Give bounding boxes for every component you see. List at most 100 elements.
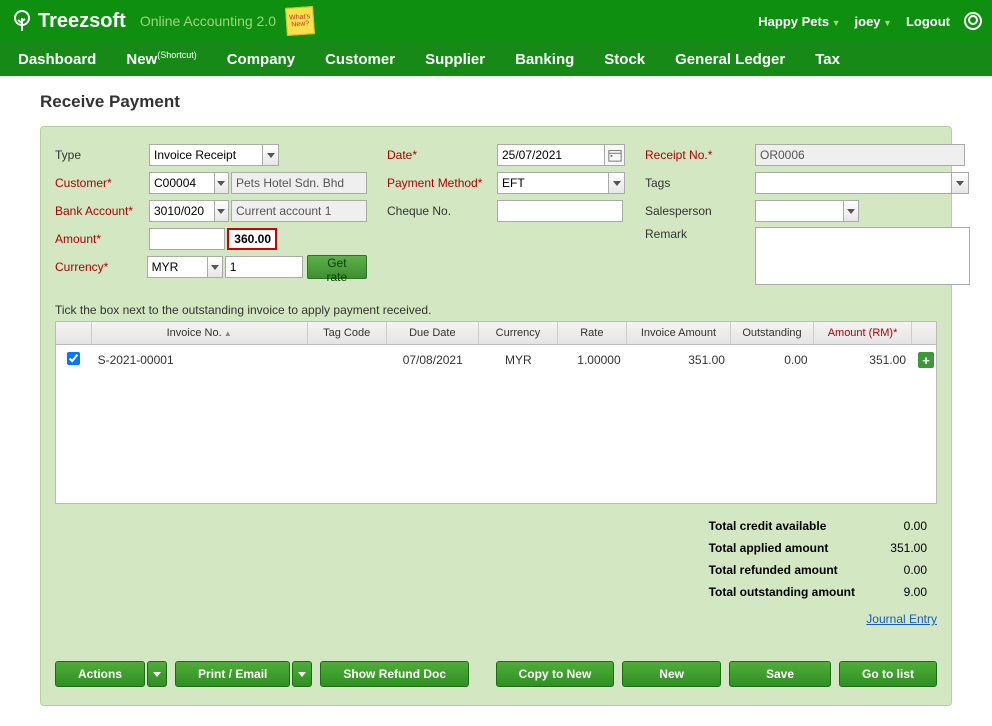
label-bank: Bank Account* bbox=[55, 204, 149, 218]
label-amount: Amount* bbox=[55, 232, 149, 246]
calendar-icon[interactable] bbox=[605, 144, 625, 166]
nav-stock[interactable]: Stock bbox=[604, 51, 645, 68]
col-tag-code[interactable]: Tag Code bbox=[308, 322, 387, 344]
cell-invoice-amount: 351.00 bbox=[627, 353, 731, 367]
total-refunded-value: 0.00 bbox=[865, 560, 935, 580]
nav-dashboard[interactable]: Dashboard bbox=[18, 51, 96, 68]
currency-rate-field[interactable] bbox=[225, 256, 303, 278]
col-rate[interactable]: Rate bbox=[558, 322, 627, 344]
salesperson-dropdown-icon[interactable] bbox=[844, 200, 859, 222]
invoice-grid: Invoice No. Tag Code Due Date Currency R… bbox=[55, 321, 937, 504]
receipt-no-field bbox=[755, 144, 965, 166]
table-row: S-2021-00001 07/08/2021 MYR 1.00000 351.… bbox=[56, 345, 936, 375]
total-applied-label: Total applied amount bbox=[701, 538, 863, 558]
user-icon[interactable] bbox=[964, 12, 982, 30]
total-refunded-label: Total refunded amount bbox=[701, 560, 863, 580]
brand-text: Treezsoft bbox=[38, 10, 126, 33]
payment-method-dropdown-icon[interactable] bbox=[609, 172, 625, 194]
amount-field[interactable] bbox=[227, 228, 277, 250]
nav-customer[interactable]: Customer bbox=[325, 51, 395, 68]
label-customer: Customer* bbox=[55, 176, 149, 190]
add-row-icon[interactable]: + bbox=[918, 352, 934, 368]
main-panel: Type Customer* Bank Account* Amount* bbox=[40, 126, 952, 706]
nav-tax[interactable]: Tax bbox=[815, 51, 840, 68]
cheque-field[interactable] bbox=[497, 200, 623, 222]
label-date: Date* bbox=[387, 148, 497, 162]
col-outstanding[interactable]: Outstanding bbox=[731, 322, 814, 344]
go-to-list-button[interactable]: Go to list bbox=[839, 661, 937, 687]
label-receipt: Receipt No.* bbox=[645, 148, 755, 162]
new-button[interactable]: New bbox=[622, 661, 721, 687]
whats-new-note[interactable]: What's New? bbox=[285, 6, 315, 36]
col-invoice-amount[interactable]: Invoice Amount bbox=[627, 322, 731, 344]
grid-instruction: Tick the box next to the outstanding inv… bbox=[55, 303, 937, 317]
user-dropdown[interactable]: joey bbox=[855, 14, 892, 29]
form-area: Type Customer* Bank Account* Amount* bbox=[55, 141, 937, 285]
nav-general-ledger[interactable]: General Ledger bbox=[675, 51, 785, 68]
actions-caret-icon[interactable] bbox=[147, 661, 167, 687]
salesperson-field[interactable] bbox=[755, 200, 844, 222]
cell-outstanding: 0.00 bbox=[731, 353, 814, 367]
label-currency: Currency* bbox=[55, 260, 147, 274]
actions-button[interactable]: Actions bbox=[55, 661, 145, 687]
totals-section: Total credit available0.00 Total applied… bbox=[55, 514, 937, 604]
tags-field[interactable] bbox=[755, 172, 952, 194]
col-amount[interactable]: Amount (RM)* bbox=[814, 322, 912, 344]
main-nav: Dashboard New(Shortcut) Company Customer… bbox=[0, 42, 992, 76]
tags-dropdown-icon[interactable] bbox=[952, 172, 969, 194]
page-title: Receive Payment bbox=[40, 92, 952, 112]
copy-to-new-button[interactable]: Copy to New bbox=[496, 661, 615, 687]
date-field[interactable] bbox=[497, 144, 605, 166]
bank-code-field[interactable] bbox=[149, 200, 215, 222]
bank-dropdown-icon[interactable] bbox=[215, 200, 229, 222]
payment-method-field[interactable] bbox=[497, 172, 609, 194]
col-currency[interactable]: Currency bbox=[479, 322, 558, 344]
print-email-button[interactable]: Print / Email bbox=[175, 661, 290, 687]
nav-supplier[interactable]: Supplier bbox=[425, 51, 485, 68]
total-outstanding-value: 9.00 bbox=[865, 582, 935, 602]
customer-dropdown-icon[interactable] bbox=[215, 172, 229, 194]
remark-field[interactable] bbox=[755, 227, 970, 285]
tree-icon bbox=[10, 9, 34, 33]
row-checkbox[interactable] bbox=[67, 352, 80, 365]
type-dropdown-icon[interactable] bbox=[263, 144, 279, 166]
cell-amount: 351.00 bbox=[814, 353, 912, 367]
tagline: Online Accounting 2.0 bbox=[140, 13, 276, 29]
total-credit-label: Total credit available bbox=[701, 516, 863, 536]
label-cheque: Cheque No. bbox=[387, 204, 497, 218]
get-rate-button[interactable]: Get rate bbox=[307, 255, 367, 279]
nav-banking[interactable]: Banking bbox=[515, 51, 574, 68]
cell-currency: MYR bbox=[479, 353, 558, 367]
currency-code-field[interactable] bbox=[147, 256, 209, 278]
col-invoice-no[interactable]: Invoice No. bbox=[92, 322, 308, 344]
currency-dropdown-icon[interactable] bbox=[208, 256, 222, 278]
save-button[interactable]: Save bbox=[729, 661, 831, 687]
total-outstanding-label: Total outstanding amount bbox=[701, 582, 863, 602]
show-refund-button[interactable]: Show Refund Doc bbox=[320, 661, 469, 687]
nav-new[interactable]: New(Shortcut) bbox=[126, 50, 196, 68]
bank-name-field bbox=[231, 200, 367, 222]
label-salesperson: Salesperson bbox=[645, 204, 755, 218]
col-due-date[interactable]: Due Date bbox=[387, 322, 480, 344]
label-type: Type bbox=[55, 148, 149, 162]
journal-entry-link[interactable]: Journal Entry bbox=[55, 612, 937, 626]
customer-name-field bbox=[231, 172, 367, 194]
amount-field-left[interactable] bbox=[149, 228, 225, 250]
brand-logo[interactable]: Treezsoft bbox=[10, 9, 126, 33]
button-bar: Actions Print / Email Show Refund Doc Co… bbox=[55, 646, 937, 687]
type-field[interactable] bbox=[149, 144, 263, 166]
total-credit-value: 0.00 bbox=[865, 516, 935, 536]
print-caret-icon[interactable] bbox=[292, 661, 312, 687]
customer-code-field[interactable] bbox=[149, 172, 215, 194]
company-dropdown[interactable]: Happy Pets bbox=[758, 14, 840, 29]
label-remark: Remark bbox=[645, 227, 755, 241]
label-tags: Tags bbox=[645, 176, 755, 190]
top-header: Treezsoft Online Accounting 2.0 What's N… bbox=[0, 0, 992, 42]
cell-rate: 1.00000 bbox=[558, 353, 627, 367]
cell-due-date: 07/08/2021 bbox=[386, 353, 479, 367]
total-applied-value: 351.00 bbox=[865, 538, 935, 558]
logout-link[interactable]: Logout bbox=[906, 14, 950, 29]
cell-invoice-no: S-2021-00001 bbox=[92, 353, 308, 367]
nav-company[interactable]: Company bbox=[227, 51, 295, 68]
grid-header: Invoice No. Tag Code Due Date Currency R… bbox=[56, 322, 936, 345]
